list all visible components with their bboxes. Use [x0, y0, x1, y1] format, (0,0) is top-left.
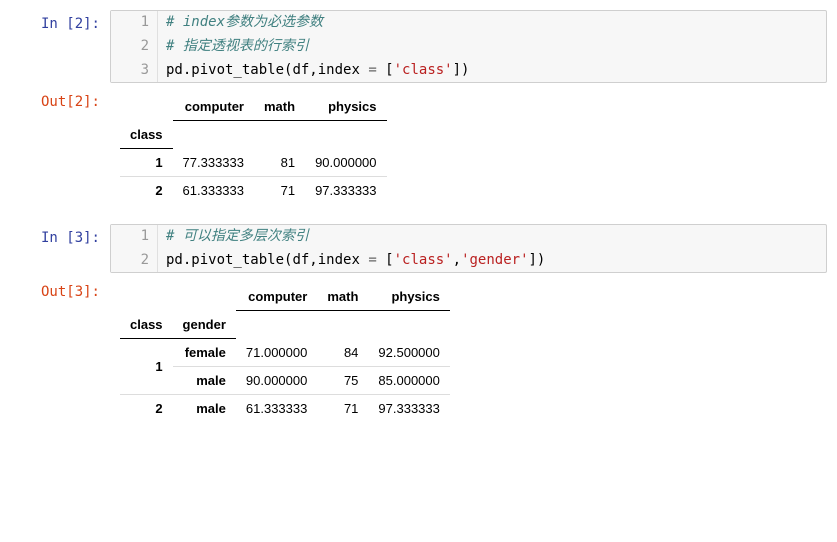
- code-input-area-2[interactable]: 1 # index参数为必选参数 2 # 指定透视表的行索引 3 pd.pivo…: [110, 10, 827, 83]
- cell-value: 75: [317, 366, 368, 394]
- output-area-2: computer math physics class 1 77.333333 …: [110, 88, 827, 209]
- blank-header: [236, 311, 317, 339]
- table-row: 2 61.333333 71 97.333333: [120, 176, 387, 204]
- code-line: 1 # 可以指定多层次索引: [111, 225, 826, 249]
- comment-text: # index参数为必选参数: [166, 14, 323, 30]
- cell-value: 71: [254, 176, 305, 204]
- in-prompt-3: In [3]:: [10, 224, 110, 274]
- cell-value: 97.333333: [368, 394, 449, 422]
- string-literal: 'class': [394, 62, 453, 78]
- equals-sign: =: [368, 252, 385, 268]
- input-cell-3: In [3]: 1 # 可以指定多层次索引 2 pd.pivot_table(d…: [10, 224, 827, 274]
- output-cell-3: Out[3]: computer math physics class gend…: [10, 278, 827, 427]
- code-content: pd.pivot_table(df,index = ['class']): [158, 59, 469, 83]
- cell-value: 77.333333: [173, 148, 254, 176]
- row-index-gender: male: [173, 366, 236, 394]
- bracket: [: [385, 252, 393, 268]
- col-header-blank: [120, 93, 173, 121]
- code-content: # index参数为必选参数: [158, 11, 323, 35]
- cell-value: 71: [317, 394, 368, 422]
- cell-value: 61.333333: [173, 176, 254, 204]
- cell-value: 85.000000: [368, 366, 449, 394]
- out-prompt-2: Out[2]:: [10, 88, 110, 209]
- blank-header: [173, 121, 254, 149]
- col-header-math: math: [317, 283, 368, 311]
- col-header-physics: physics: [368, 283, 449, 311]
- bracket: [: [385, 62, 393, 78]
- row-index: 1: [120, 148, 173, 176]
- col-header-blank: [120, 283, 173, 311]
- row-index-gender: male: [173, 394, 236, 422]
- table-index-name-row: class gender: [120, 311, 450, 339]
- code-content: # 指定透视表的行索引: [158, 35, 309, 59]
- index-name-class: class: [120, 311, 173, 339]
- table-row: 1 77.333333 81 90.000000: [120, 148, 387, 176]
- col-header-math: math: [254, 93, 305, 121]
- code-input-area-3[interactable]: 1 # 可以指定多层次索引 2 pd.pivot_table(df,index …: [110, 224, 827, 274]
- cell-value: 90.000000: [305, 148, 386, 176]
- comma: ,: [453, 252, 461, 268]
- string-literal: 'gender': [461, 252, 528, 268]
- bracket-close: ]): [529, 252, 546, 268]
- string-literal: 'class': [394, 252, 453, 268]
- cell-value: 71.000000: [236, 338, 317, 366]
- table-header-row: computer math physics: [120, 93, 387, 121]
- table-row: 1 female 71.000000 84 92.500000: [120, 338, 450, 366]
- code-line: 3 pd.pivot_table(df,index = ['class']): [111, 59, 826, 83]
- col-header-blank: [173, 283, 236, 311]
- table-row: 2 male 61.333333 71 97.333333: [120, 394, 450, 422]
- line-number: 2: [111, 35, 158, 59]
- index-name-gender: gender: [173, 311, 236, 339]
- cell-value: 81: [254, 148, 305, 176]
- func-name: pd.pivot_table: [166, 62, 284, 78]
- line-number: 1: [111, 225, 158, 249]
- out-prompt-3: Out[3]:: [10, 278, 110, 427]
- input-cell-2: In [2]: 1 # index参数为必选参数 2 # 指定透视表的行索引 3…: [10, 10, 827, 83]
- func-name: pd.pivot_table: [166, 252, 284, 268]
- code-content: # 可以指定多层次索引: [158, 225, 309, 249]
- cell-value: 90.000000: [236, 366, 317, 394]
- blank-header: [317, 311, 368, 339]
- row-index-gender: female: [173, 338, 236, 366]
- bracket-close: ]): [453, 62, 470, 78]
- line-number: 3: [111, 59, 158, 83]
- cell-value: 61.333333: [236, 394, 317, 422]
- blank-header: [368, 311, 449, 339]
- col-header-physics: physics: [305, 93, 386, 121]
- table-header-row: computer math physics: [120, 283, 450, 311]
- code-content: pd.pivot_table(df,index = ['class','gend…: [158, 249, 545, 273]
- output-area-3: computer math physics class gender 1 fem…: [110, 278, 827, 427]
- output-cell-2: Out[2]: computer math physics class: [10, 88, 827, 209]
- comment-text: # 可以指定多层次索引: [166, 228, 309, 244]
- table-index-name-row: class: [120, 121, 387, 149]
- index-name-class: class: [120, 121, 173, 149]
- cell-value: 97.333333: [305, 176, 386, 204]
- cell-value: 84: [317, 338, 368, 366]
- line-number: 1: [111, 11, 158, 35]
- arg-text: df,index: [292, 62, 368, 78]
- row-index-class: 1: [120, 338, 173, 394]
- col-header-computer: computer: [173, 93, 254, 121]
- pivot-table-output-3: computer math physics class gender 1 fem…: [120, 283, 450, 422]
- line-number: 2: [111, 249, 158, 273]
- blank-header: [254, 121, 305, 149]
- row-index: 2: [120, 176, 173, 204]
- equals-sign: =: [368, 62, 385, 78]
- code-line: 2 # 指定透视表的行索引: [111, 35, 826, 59]
- row-index-class: 2: [120, 394, 173, 422]
- arg-text: df,index: [292, 252, 368, 268]
- code-line: 1 # index参数为必选参数: [111, 11, 826, 35]
- col-header-computer: computer: [236, 283, 317, 311]
- pivot-table-output-2: computer math physics class 1 77.333333 …: [120, 93, 387, 204]
- cell-value: 92.500000: [368, 338, 449, 366]
- code-line: 2 pd.pivot_table(df,index = ['class','ge…: [111, 249, 826, 273]
- comment-text: # 指定透视表的行索引: [166, 38, 309, 54]
- blank-header: [305, 121, 386, 149]
- in-prompt-2: In [2]:: [10, 10, 110, 83]
